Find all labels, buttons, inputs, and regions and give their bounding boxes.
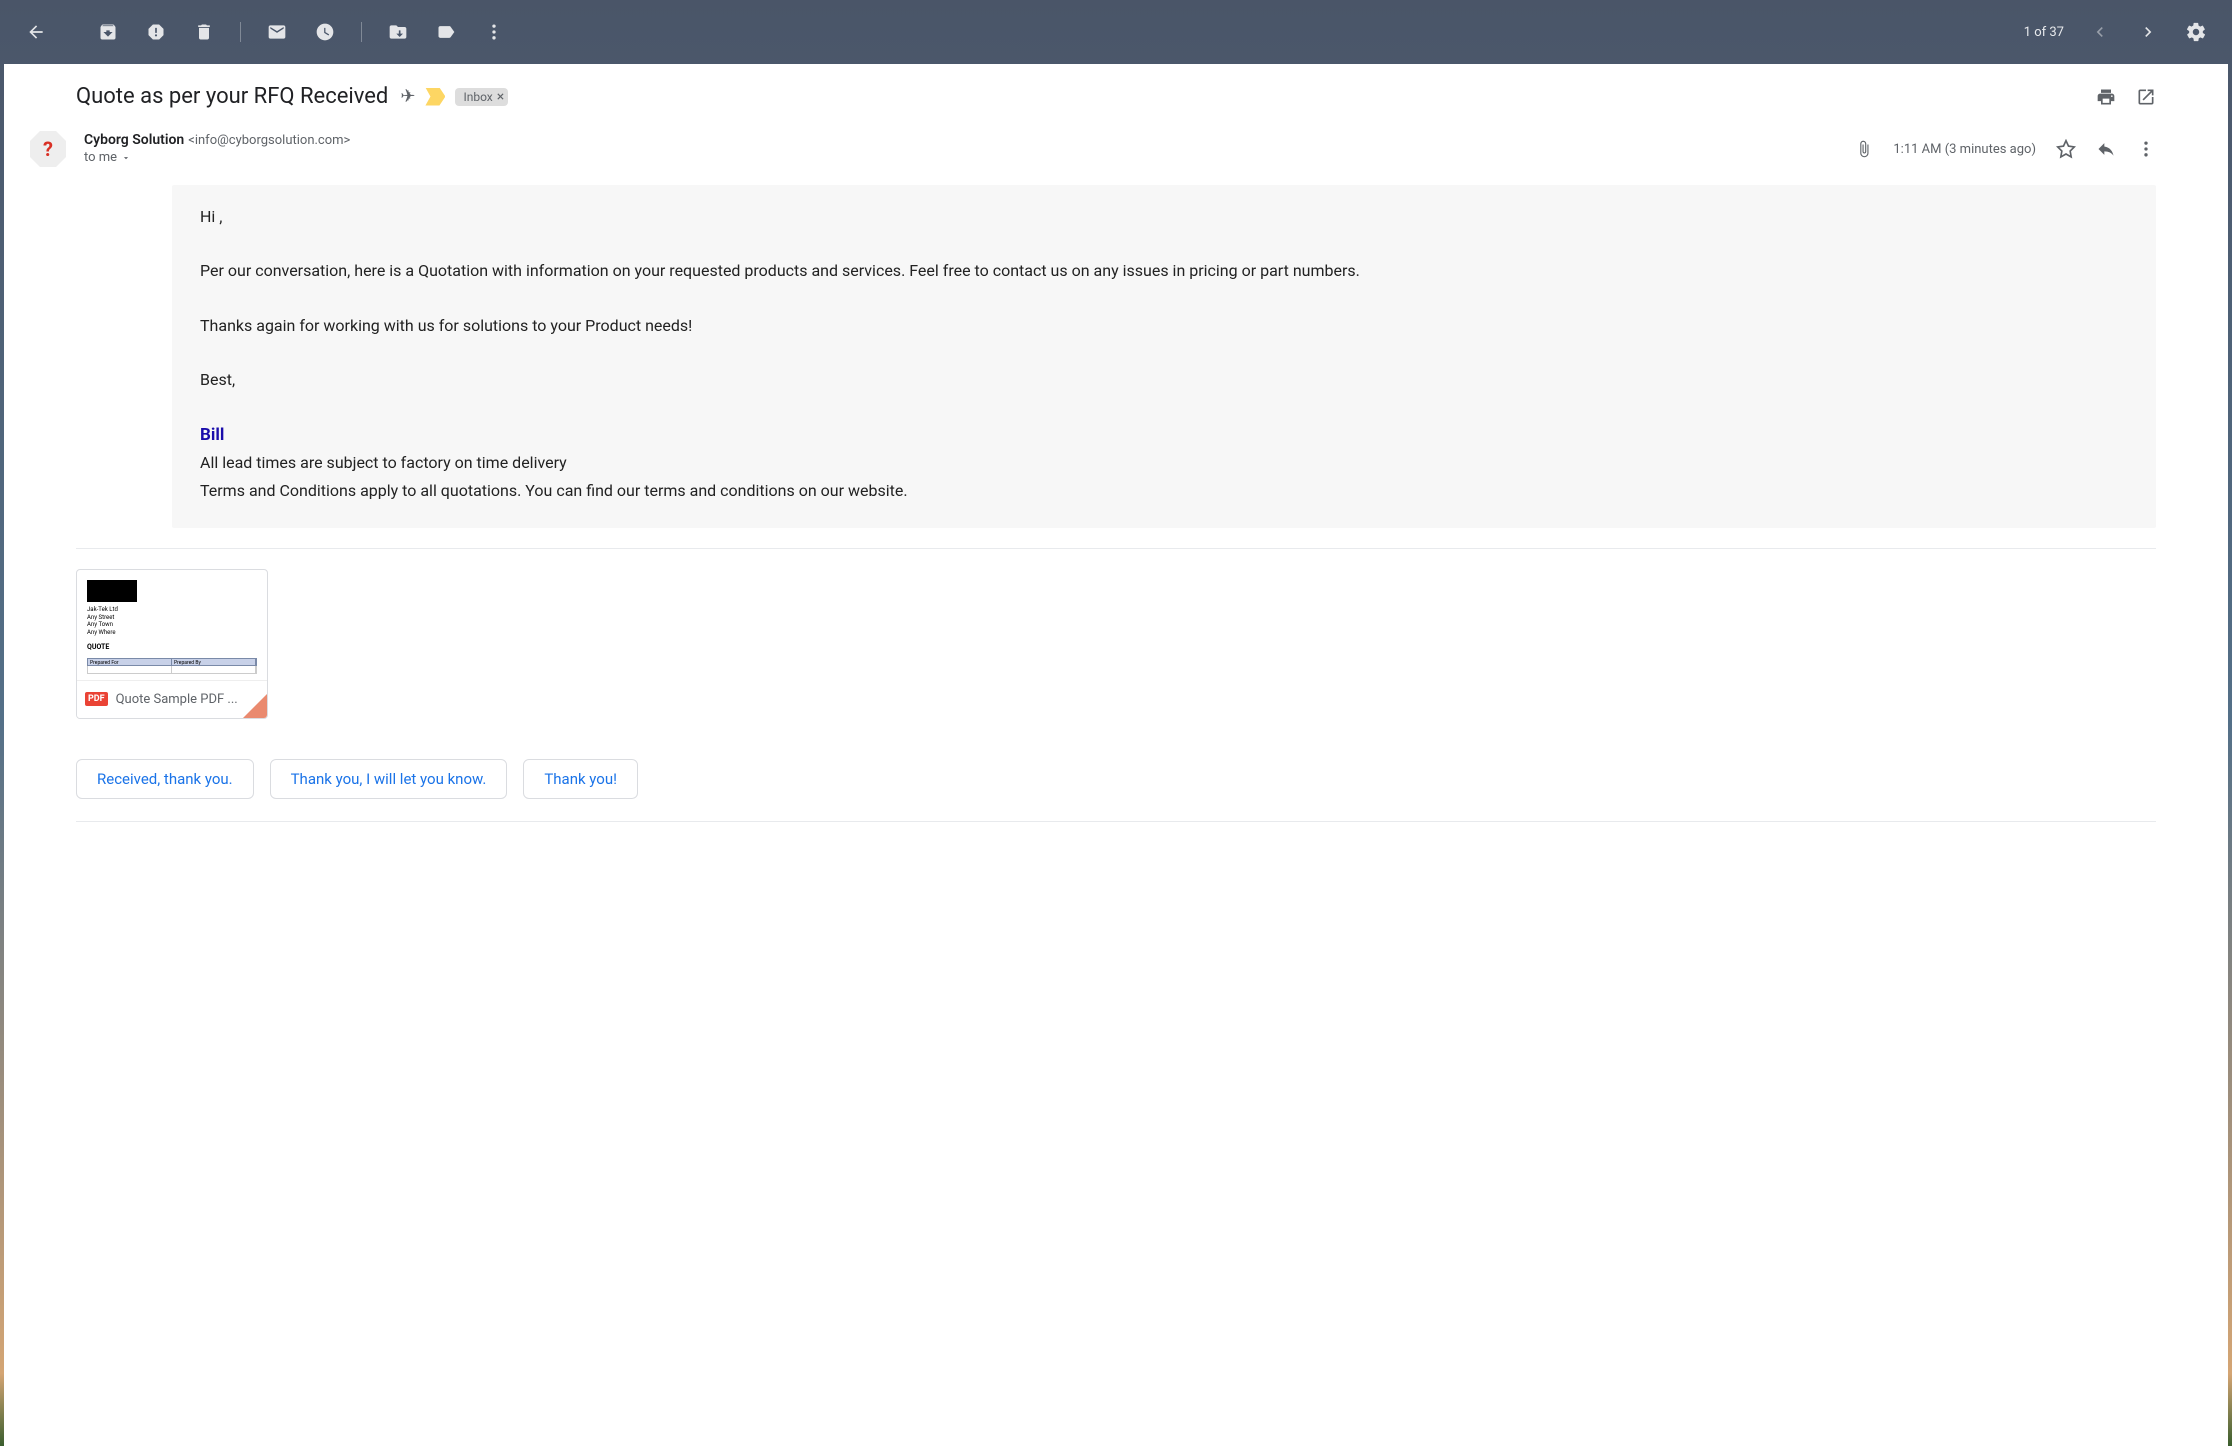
attachments-area: Jak-Tek Ltd Any Street Any Town Any Wher… bbox=[4, 569, 2228, 719]
body-divider bbox=[76, 548, 2156, 549]
settings-button[interactable] bbox=[2176, 12, 2216, 52]
next-button[interactable] bbox=[2128, 12, 2168, 52]
message-count: 1 of 37 bbox=[2024, 25, 2064, 40]
toolbar-left bbox=[16, 12, 514, 52]
attachment-preview: Jak-Tek Ltd Any Street Any Town Any Wher… bbox=[77, 570, 267, 680]
signature-line-1: All lead times are subject to factory on… bbox=[200, 449, 2128, 476]
attachment-icon bbox=[1855, 140, 1873, 158]
email-content: Quote as per your RFQ Received ✈ Inbox ×… bbox=[4, 64, 2228, 1446]
reply-button[interactable] bbox=[2096, 139, 2116, 159]
remove-label-icon[interactable]: × bbox=[497, 90, 504, 104]
smart-reply-3[interactable]: Thank you! bbox=[523, 759, 638, 799]
attachment-card[interactable]: Jak-Tek Ltd Any Street Any Town Any Wher… bbox=[76, 569, 268, 719]
smart-reply-1[interactable]: Received, thank you. bbox=[76, 759, 254, 799]
toolbar-separator-2 bbox=[361, 22, 362, 42]
signature-name: Bill bbox=[200, 421, 2128, 450]
print-button[interactable] bbox=[2096, 87, 2116, 107]
email-timestamp: 1:11 AM (3 minutes ago) bbox=[1893, 142, 2036, 157]
delete-button[interactable] bbox=[184, 12, 224, 52]
body-paragraph-2: Thanks again for working with us for sol… bbox=[200, 312, 2128, 339]
attachment-filename: Quote Sample PDF ... bbox=[116, 692, 238, 707]
toolbar-separator bbox=[240, 22, 241, 42]
body-greeting: Hi , bbox=[200, 203, 2128, 230]
more-button[interactable] bbox=[474, 12, 514, 52]
subject-actions bbox=[2096, 87, 2156, 107]
inbox-label[interactable]: Inbox × bbox=[455, 88, 508, 106]
sender-name: Cyborg Solution bbox=[84, 132, 184, 148]
label-text: Inbox bbox=[463, 90, 492, 104]
move-to-button[interactable] bbox=[378, 12, 418, 52]
sender-info: Cyborg Solution <info@cyborgsolution.com… bbox=[84, 129, 1855, 169]
smart-reply-2[interactable]: Thank you, I will let you know. bbox=[270, 759, 508, 799]
smart-replies: Received, thank you. Thank you, I will l… bbox=[4, 719, 2228, 809]
snooze-button[interactable] bbox=[305, 12, 345, 52]
email-subject: Quote as per your RFQ Received bbox=[76, 84, 388, 109]
body-closing: Best, bbox=[200, 366, 2128, 393]
email-body: Hi , Per our conversation, here is a Quo… bbox=[172, 185, 2156, 528]
bottom-divider bbox=[76, 821, 2156, 822]
labels-button[interactable] bbox=[426, 12, 466, 52]
spam-button[interactable] bbox=[136, 12, 176, 52]
signature-line-2: Terms and Conditions apply to all quotat… bbox=[200, 477, 2128, 504]
sender-row: ? Cyborg Solution <info@cyborgsolution.c… bbox=[4, 117, 2228, 173]
message-more-button[interactable] bbox=[2136, 139, 2156, 159]
archive-button[interactable] bbox=[88, 12, 128, 52]
attachment-footer: PDF Quote Sample PDF ... bbox=[77, 680, 267, 718]
important-marker[interactable] bbox=[425, 88, 445, 106]
chevron-down-icon bbox=[121, 153, 131, 163]
recipient-dropdown[interactable]: to me bbox=[84, 150, 1855, 165]
sender-email: <info@cyborgsolution.com> bbox=[188, 133, 350, 148]
mark-unread-button[interactable] bbox=[257, 12, 297, 52]
sender-avatar[interactable]: ? bbox=[28, 129, 68, 169]
airplane-icon: ✈ bbox=[400, 86, 415, 107]
pdf-badge: PDF bbox=[85, 692, 108, 706]
subject-row: Quote as per your RFQ Received ✈ Inbox × bbox=[4, 64, 2228, 117]
message-meta: 1:11 AM (3 minutes ago) bbox=[1855, 129, 2156, 169]
prev-button[interactable] bbox=[2080, 12, 2120, 52]
toolbar-right: 1 of 37 bbox=[2024, 12, 2216, 52]
toolbar: 1 of 37 bbox=[0, 0, 2232, 64]
back-button[interactable] bbox=[16, 12, 56, 52]
recipient-text: to me bbox=[84, 150, 117, 165]
body-paragraph-1: Per our conversation, here is a Quotatio… bbox=[200, 257, 2128, 284]
star-button[interactable] bbox=[2056, 139, 2076, 159]
open-new-window-button[interactable] bbox=[2136, 87, 2156, 107]
